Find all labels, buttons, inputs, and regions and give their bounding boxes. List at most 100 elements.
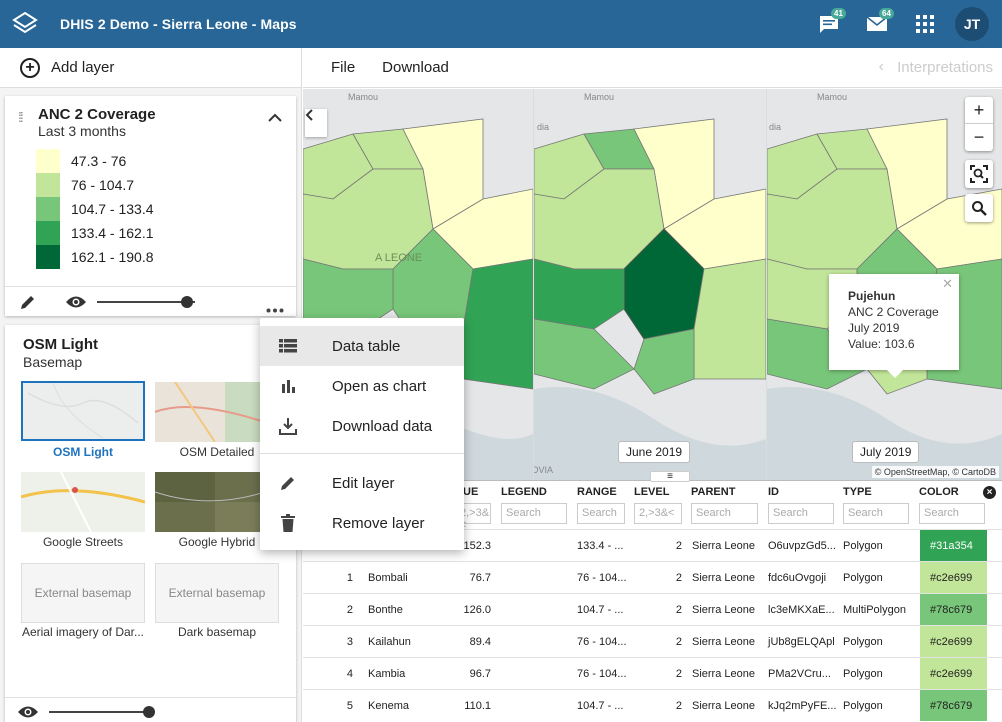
table-row[interactable]: 5 Kenema 110.1 104.7 - ... 2 Sierra Leone kJq2…: [303, 689, 1002, 721]
legend-label: 162.1 - 190.8: [71, 249, 154, 265]
column-header-range[interactable]: RANGE: [577, 486, 617, 498]
cell-level: 2: [675, 668, 682, 680]
color-filter-input[interactable]: Search: [919, 503, 985, 524]
column-header-id[interactable]: ID: [768, 486, 779, 498]
legend-item: 47.3 - 76: [36, 149, 154, 173]
menu-item-data-table[interactable]: Data table: [260, 326, 464, 366]
cell-range: 104.7 - ...: [577, 604, 624, 616]
add-layer-label: Add layer: [51, 59, 115, 76]
chevron-up-icon[interactable]: [268, 110, 282, 128]
level-filter-input[interactable]: 2,>3&<: [634, 503, 682, 524]
range-filter-input[interactable]: Search: [577, 503, 625, 524]
basemap-opacity-slider-track[interactable]: [49, 711, 153, 713]
legend-label: 76 - 104.7: [71, 177, 135, 193]
download-icon: [260, 417, 316, 435]
menu-item-download-data[interactable]: Download data: [260, 406, 464, 446]
basemap-title: OSM Light: [23, 336, 98, 353]
legend-item: 104.7 - 133.4: [36, 197, 154, 221]
legend-swatch: [36, 197, 60, 221]
apps-button[interactable]: [901, 0, 949, 48]
interpretations-button[interactable]: Interpretations: [897, 59, 993, 76]
table-icon: [260, 339, 316, 353]
menu-item-label: Remove layer: [332, 514, 425, 532]
cell-value: 89.4: [469, 636, 491, 648]
visibility-eye-icon[interactable]: [65, 295, 87, 312]
zoom-out-button[interactable]: −: [965, 124, 993, 151]
id-filter-input[interactable]: Search: [768, 503, 834, 524]
cell-value: 96.7: [469, 668, 491, 680]
table-resize-handle[interactable]: ≡: [650, 471, 690, 482]
close-icon[interactable]: ✕: [942, 276, 953, 292]
menu-item-remove-layer[interactable]: Remove layer: [260, 503, 464, 543]
basemap-thumb-google-streets[interactable]: [20, 471, 146, 533]
download-menu[interactable]: Download: [382, 59, 449, 76]
dhis2-logo-icon[interactable]: [0, 0, 50, 48]
fit-bounds-button[interactable]: [965, 160, 993, 188]
mail-button[interactable]: 64: [853, 0, 901, 48]
legend-filter-input[interactable]: Search: [501, 503, 567, 524]
cell-type: Polygon: [843, 636, 883, 648]
cell-color: #78c679: [920, 594, 987, 625]
table-row[interactable]: 3 Kailahun 89.4 76 - 104... 2 Sierra Leone jUb…: [303, 625, 1002, 657]
table-row[interactable]: 1 Bombali 76.7 76 - 104... 2 Sierra Leone fdc6…: [303, 561, 1002, 593]
edit-pencil-icon[interactable]: [19, 293, 37, 314]
file-menu[interactable]: File: [331, 59, 355, 76]
cell-level: 2: [675, 636, 682, 648]
user-avatar[interactable]: JT: [955, 7, 989, 41]
menu-item-open-as-chart[interactable]: Open as chart: [260, 366, 464, 406]
cell-color: #c2e699: [920, 658, 987, 689]
basemap-thumb-osm-light[interactable]: [21, 381, 145, 441]
basemap-label: OSM Light: [53, 445, 113, 459]
menu-item-edit-layer[interactable]: Edit layer: [260, 463, 464, 503]
drag-handle-icon[interactable]: ⁞⁞: [18, 110, 24, 124]
layer-legend: 47.3 - 76 76 - 104.7 104.7 - 133.4 133.4…: [36, 149, 154, 269]
collapse-panel-button[interactable]: [305, 109, 327, 137]
cell-index: 3: [346, 636, 353, 648]
place-label: Mamou: [348, 92, 379, 102]
column-header-legend[interactable]: LEGEND: [501, 486, 547, 498]
column-header-level[interactable]: LEVEL: [634, 486, 669, 498]
map-toolbar: File Download ‹ Interpretations: [303, 48, 1002, 88]
column-header-value[interactable]: UE: [463, 486, 478, 498]
basemap-toolbar: [5, 697, 296, 722]
chevron-left-icon[interactable]: ‹: [879, 58, 884, 76]
table-row[interactable]: 2 Bonthe 126.0 104.7 - ... 2 Sierra Leone lc3e…: [303, 593, 1002, 625]
basemap-thumb-external[interactable]: External basemap: [155, 563, 279, 623]
cell-type: Polygon: [843, 668, 883, 680]
messages-button[interactable]: 41: [805, 0, 853, 48]
basemap-thumb-external[interactable]: External basemap: [21, 563, 145, 623]
cell-id: fdc6uOvgoji: [768, 572, 827, 584]
column-header-parent[interactable]: PARENT: [691, 486, 735, 498]
cell-range: 104.7 - ...: [577, 700, 624, 712]
layer-period: Last 3 months: [38, 123, 126, 139]
table-row[interactable]: 4 Kambia 96.7 76 - 104... 2 Sierra Leone PMa2V…: [303, 657, 1002, 689]
cell-range: 76 - 104...: [577, 668, 627, 680]
cell-value: 76.7: [469, 572, 491, 584]
type-filter-input[interactable]: Search: [843, 503, 909, 524]
place-label: dia: [769, 122, 782, 132]
add-layer-button[interactable]: + Add layer: [0, 48, 301, 88]
menu-item-label: Open as chart: [332, 377, 427, 395]
map-attribution[interactable]: © OpenStreetMap, © CartoDB: [871, 466, 999, 478]
app-title: DHIS 2 Demo - Sierra Leone - Maps: [60, 16, 297, 32]
cell-level: 2: [675, 700, 682, 712]
cell-name: Kambia: [368, 668, 406, 680]
parent-filter-input[interactable]: Search: [691, 503, 758, 524]
opacity-slider-knob[interactable]: [181, 296, 193, 308]
cell-index: 5: [346, 700, 353, 712]
map-panel-june-2019[interactable]: Mamou dia MONROVIA June 2019: [534, 89, 766, 480]
apps-grid-icon: [916, 15, 934, 33]
menu-item-label: Data table: [332, 337, 401, 355]
basemap-opacity-slider-knob[interactable]: [143, 706, 155, 718]
more-options-icon[interactable]: [266, 300, 284, 316]
zoom-in-button[interactable]: +: [965, 97, 993, 124]
legend-swatch: [36, 245, 60, 269]
close-table-icon[interactable]: ×: [983, 486, 996, 499]
cell-parent: Sierra Leone: [692, 604, 755, 616]
layer-toolbar: [5, 286, 296, 316]
column-header-type[interactable]: TYPE: [843, 486, 872, 498]
search-button[interactable]: [965, 194, 993, 222]
column-header-color[interactable]: COLOR: [919, 486, 959, 498]
basemap-subtitle: Basemap: [23, 354, 83, 370]
visibility-eye-icon[interactable]: [17, 705, 39, 722]
